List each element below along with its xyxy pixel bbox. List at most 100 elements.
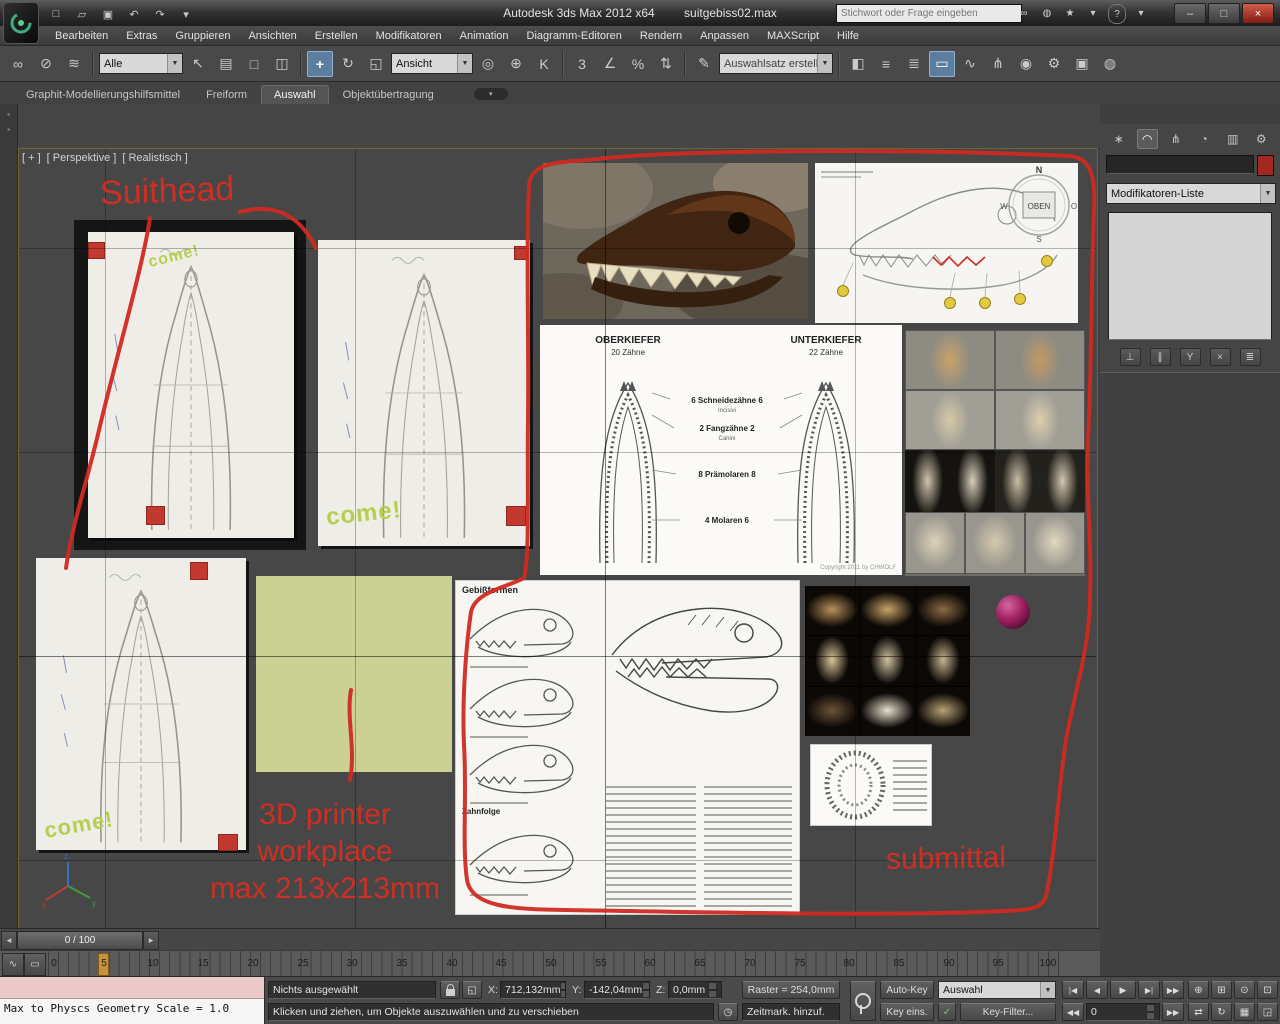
named-selection-set-dropdown[interactable]: Auswahlsatz erstell ▼ xyxy=(719,53,833,74)
pan-icon[interactable]: ⇄ xyxy=(1188,1003,1209,1021)
menu-extras[interactable]: Extras xyxy=(117,26,166,45)
time-slider-handle[interactable]: 0 / 100 xyxy=(17,931,143,950)
menu-bearbeiten[interactable]: Bearbeiten xyxy=(46,26,117,45)
select-by-name-icon[interactable]: ▤ xyxy=(213,51,239,77)
menu-animation[interactable]: Animation xyxy=(451,26,518,45)
perspective-viewport[interactable]: come! come! come! xyxy=(18,148,1098,930)
window-crossing-toggle-icon[interactable]: ◫ xyxy=(269,51,295,77)
teeth-count-diagram-plane[interactable]: OBERKIEFER 20 Zähne UNTERKIEFER 22 Zähne xyxy=(540,325,902,575)
communication-center-icon[interactable]: ◍ xyxy=(1039,4,1055,22)
set-key-button[interactable]: Key eins. xyxy=(880,1003,934,1021)
ribbon-tab-graphite[interactable]: Graphit-Modellierungshilfsmittel xyxy=(14,86,192,104)
material-editor-icon[interactable]: ◉ xyxy=(1013,51,1039,77)
compass-west-label[interactable]: W xyxy=(1000,202,1008,211)
auto-key-button[interactable]: Auto-Key xyxy=(880,981,934,999)
search-icon[interactable]: ∞ xyxy=(1016,4,1032,22)
favorites-icon[interactable]: ★ xyxy=(1062,4,1078,22)
skull-photo-grid-plane[interactable] xyxy=(905,330,1085,576)
go-to-start-button[interactable]: |◀ xyxy=(1062,981,1084,999)
graphite-ribbon-toggle-icon[interactable]: ▭ xyxy=(929,51,955,77)
anatomy-sheet-plane[interactable]: Gebißformen Zahnfolge xyxy=(455,580,800,915)
zoom-icon[interactable]: ⊕ xyxy=(1188,981,1209,999)
selection-filter-dropdown[interactable]: Alle ▼ xyxy=(99,53,183,74)
remove-modifier-button[interactable]: × xyxy=(1210,348,1231,366)
application-logo-icon[interactable] xyxy=(3,2,39,44)
listener-output[interactable]: Max to Physcs Geometry Scale = 1.0 xyxy=(0,999,264,1024)
object-color-swatch[interactable] xyxy=(1257,155,1274,176)
previous-key-button[interactable]: ◀◀ xyxy=(1062,1003,1084,1021)
orbit-icon[interactable]: ↻ xyxy=(1211,1003,1232,1021)
select-and-rotate-icon[interactable]: ↻ xyxy=(335,51,361,77)
ribbon-tab-auswahl[interactable]: Auswahl xyxy=(261,85,329,104)
search-input[interactable] xyxy=(836,4,1022,23)
viewcube-top-face-label[interactable]: OBEN xyxy=(1028,202,1051,211)
display-tab[interactable]: ▥ xyxy=(1222,129,1244,149)
pin-stack-button[interactable]: ⊥ xyxy=(1120,348,1141,366)
menu-modifikatoren[interactable]: Modifikatoren xyxy=(367,26,451,45)
zoom-extents-icon[interactable]: ⊙ xyxy=(1234,981,1255,999)
viewport-layout-icon[interactable]: ◲ xyxy=(1257,1003,1278,1021)
modify-tab[interactable]: ◠ xyxy=(1137,129,1159,149)
angle-snap-icon[interactable]: ∠ xyxy=(597,51,623,77)
viewcube[interactable]: OBEN N W S O xyxy=(1000,162,1078,244)
close-button[interactable]: × xyxy=(1242,3,1274,24)
menu-hilfe[interactable]: Hilfe xyxy=(828,26,868,45)
absolute-offset-mode-toggle[interactable]: ◱ xyxy=(462,981,482,999)
current-frame-field[interactable]: 0 xyxy=(1086,1003,1160,1021)
schematic-view-icon[interactable]: ⋔ xyxy=(985,51,1011,77)
percent-snap-icon[interactable]: % xyxy=(625,51,651,77)
align-icon[interactable]: ≡ xyxy=(873,51,899,77)
menu-diagramm-editoren[interactable]: Diagramm-Editoren xyxy=(518,26,631,45)
bind-to-space-warp-icon[interactable]: ≋ xyxy=(61,51,87,77)
menu-maxscript[interactable]: MAXScript xyxy=(758,26,828,45)
utilities-tab[interactable]: ⚙ xyxy=(1251,129,1273,149)
curve-editor-icon[interactable]: ∿ xyxy=(957,51,983,77)
ribbon-tab-freiform[interactable]: Freiform xyxy=(194,86,259,104)
keyboard-shortcut-override-icon[interactable]: K xyxy=(531,51,557,77)
render-setup-icon[interactable]: ⚙ xyxy=(1041,51,1067,77)
viewport-shading-label[interactable]: [ Realistisch ] xyxy=(122,152,187,164)
ribbon-tab-objektuebertragung[interactable]: Objektübertragung xyxy=(331,86,446,104)
y-coordinate-field[interactable]: -142,04mm xyxy=(584,981,650,999)
key-selection-dropdown[interactable]: Auswahl ▼ xyxy=(938,981,1056,999)
snap-toggle-icon[interactable]: 3 xyxy=(569,51,595,77)
x-coordinate-field[interactable]: 712,132mm xyxy=(500,981,566,999)
hierarchy-tab[interactable]: ⋔ xyxy=(1165,129,1187,149)
maxscript-mini-listener[interactable]: Max to Physcs Geometry Scale = 1.0 xyxy=(0,977,265,1024)
motion-tab[interactable]: ◔ xyxy=(1194,129,1216,149)
infocenter-dropdown-icon[interactable]: ▾ xyxy=(1085,4,1101,22)
compass-south-label[interactable]: S xyxy=(1036,235,1041,244)
teeth-arcade-plane[interactable] xyxy=(810,744,932,826)
menu-anpassen[interactable]: Anpassen xyxy=(691,26,758,45)
selection-lock-toggle[interactable] xyxy=(440,981,460,999)
compass-north-label[interactable]: N xyxy=(1036,165,1043,175)
menu-erstellen[interactable]: Erstellen xyxy=(306,26,367,45)
show-end-result-button[interactable]: ∥ xyxy=(1150,348,1171,366)
ribbon-collapse-button[interactable]: ▾ xyxy=(474,88,508,100)
next-frame-button[interactable]: ▶| xyxy=(1138,981,1160,999)
time-tag-clock-icon[interactable]: ◷ xyxy=(718,1003,738,1021)
maximize-button[interactable]: □ xyxy=(1208,3,1240,24)
play-button[interactable]: ▶ xyxy=(1110,981,1136,999)
key-check-icon[interactable]: ✓ xyxy=(938,1003,956,1021)
go-to-end-button[interactable]: ▶▶ xyxy=(1162,981,1184,999)
help-icon[interactable]: ? xyxy=(1108,4,1126,24)
add-time-tag-field[interactable]: Zeitmark. hinzuf. xyxy=(742,1003,840,1021)
spinner-icon[interactable] xyxy=(708,982,717,998)
spinner-icon[interactable] xyxy=(642,982,650,998)
reference-sketch-plane-2[interactable] xyxy=(318,240,530,546)
select-and-scale-icon[interactable]: ◱ xyxy=(363,51,389,77)
printer-workplace-plane[interactable] xyxy=(256,576,452,772)
use-pivot-point-center-icon[interactable]: ◎ xyxy=(475,51,501,77)
key-filter-button[interactable]: Key-Filter... xyxy=(960,1003,1056,1021)
spinner-icon[interactable] xyxy=(560,982,566,998)
spinner-snap-icon[interactable]: ⇅ xyxy=(653,51,679,77)
zoom-region-icon[interactable]: ⊡ xyxy=(1257,981,1278,999)
render-production-icon[interactable]: ◍ xyxy=(1097,51,1123,77)
unlink-selection-icon[interactable]: ⊘ xyxy=(33,51,59,77)
macro-recorder-pane[interactable] xyxy=(0,977,264,999)
zoom-all-icon[interactable]: ⊞ xyxy=(1211,981,1232,999)
menu-ansichten[interactable]: Ansichten xyxy=(239,26,305,45)
select-and-link-icon[interactable]: ∞ xyxy=(5,51,31,77)
configure-modifier-sets-button[interactable]: ≣ xyxy=(1240,348,1261,366)
